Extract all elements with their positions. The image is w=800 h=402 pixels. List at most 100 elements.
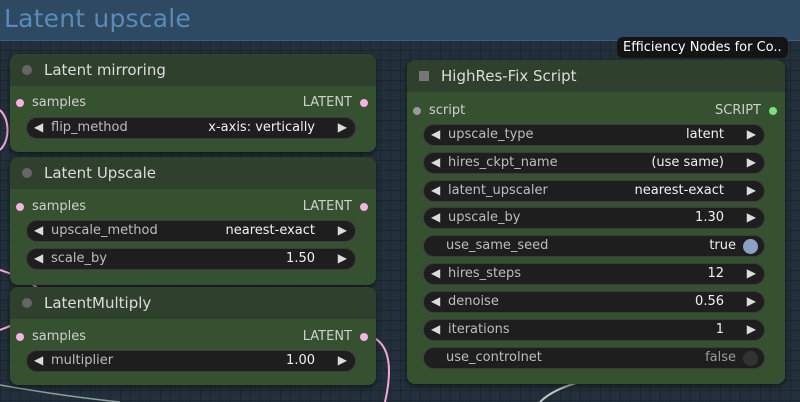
output-socket-icon[interactable]	[360, 99, 368, 107]
node-title: LatentMultiply	[44, 294, 152, 312]
arrow-right-icon[interactable]: ▶	[747, 322, 756, 336]
widget-label: upscale_type	[448, 127, 534, 142]
arrow-left-icon[interactable]: ◀	[431, 266, 440, 280]
arrow-left-icon[interactable]: ◀	[431, 322, 440, 336]
scale-by-number[interactable]: ◀ scale_by 1.50 ▶	[26, 248, 356, 270]
arrow-right-icon[interactable]: ▶	[338, 120, 347, 134]
widget-label: denoise	[448, 294, 499, 309]
hires-steps-number[interactable]: ◀ hires_steps 12 ▶	[423, 263, 765, 285]
widget-value: 1.50	[286, 251, 315, 266]
upscale-type-combo[interactable]: ◀ upscale_type latent ▶	[423, 124, 765, 146]
widget-label: use_same_seed	[446, 238, 549, 253]
widget-value: nearest-exact	[225, 223, 316, 238]
widget-value: 1	[715, 322, 724, 337]
output-label: SCRIPT	[715, 103, 761, 118]
widget-label: hires_steps	[448, 266, 522, 281]
input-socket-icon[interactable]	[16, 99, 24, 107]
node-header[interactable]: LatentMultiply	[10, 287, 376, 319]
arrow-right-icon[interactable]: ▶	[747, 266, 756, 280]
node-header[interactable]: Latent mirroring	[10, 54, 376, 86]
node-latent-upscale[interactable]: Latent Upscale samples LATENT ◀ upscale_…	[10, 157, 376, 285]
widget-label: upscale_method	[51, 223, 158, 238]
widget-value: latent	[685, 127, 724, 142]
widget-label: use_controlnet	[446, 350, 542, 365]
widget-label: upscale_by	[448, 210, 521, 225]
widget-value: 0.56	[695, 294, 724, 309]
widget-value: 1.30	[695, 210, 724, 225]
arrow-left-icon[interactable]: ◀	[431, 155, 440, 169]
arrow-left-icon[interactable]: ◀	[431, 127, 440, 141]
denoise-number[interactable]: ◀ denoise 0.56 ▶	[423, 291, 765, 313]
arrow-left-icon[interactable]: ◀	[431, 294, 440, 308]
arrow-right-icon[interactable]: ▶	[747, 210, 756, 224]
arrow-right-icon[interactable]: ▶	[747, 183, 756, 197]
arrow-right-icon[interactable]: ▶	[747, 155, 756, 169]
node-latent-mirroring[interactable]: Latent mirroring samples LATENT ◀ flip_m…	[10, 54, 376, 152]
node-source-tooltip: Efficiency Nodes for Co..	[617, 37, 788, 58]
widget-value: (use same)	[651, 155, 724, 170]
node-title: Latent Upscale	[44, 164, 156, 182]
input-label: samples	[32, 95, 87, 110]
arrow-left-icon[interactable]: ◀	[431, 210, 440, 224]
input-socket-icon[interactable]	[16, 203, 24, 211]
input-socket-icon[interactable]	[413, 107, 421, 115]
arrow-left-icon[interactable]: ◀	[34, 223, 43, 237]
output-socket-icon[interactable]	[360, 333, 368, 341]
flip-method-combo[interactable]: ◀ flip_method x-axis: vertically ▶	[26, 117, 356, 139]
output-label: LATENT	[302, 95, 352, 110]
node-latent-multiply[interactable]: LatentMultiply samples LATENT ◀ multipli…	[10, 287, 376, 385]
toggle-off-icon[interactable]	[743, 351, 758, 366]
widget-label: iterations	[448, 322, 510, 337]
node-highres-fix-script[interactable]: HighRes-Fix Script script SCRIPT ◀ upsca…	[407, 60, 785, 384]
arrow-left-icon[interactable]: ◀	[34, 251, 43, 265]
widget-value: false	[705, 350, 736, 365]
arrow-right-icon[interactable]: ▶	[338, 223, 347, 237]
upscale-by-number[interactable]: ◀ upscale_by 1.30 ▶	[423, 207, 765, 229]
collapse-dot-icon[interactable]	[22, 65, 32, 75]
output-socket-icon[interactable]	[360, 203, 368, 211]
input-label: script	[429, 103, 466, 118]
widget-label: flip_method	[51, 120, 128, 135]
arrow-right-icon[interactable]: ▶	[747, 294, 756, 308]
output-socket-icon[interactable]	[769, 107, 777, 115]
widget-value: nearest-exact	[634, 183, 725, 198]
wire-grey-left	[0, 384, 121, 402]
output-label: LATENT	[302, 199, 352, 214]
widget-label: hires_ckpt_name	[448, 155, 558, 170]
iterations-number[interactable]: ◀ iterations 1 ▶	[423, 319, 765, 341]
arrow-left-icon[interactable]: ◀	[34, 353, 43, 367]
node-header[interactable]: Latent Upscale	[10, 157, 376, 189]
input-label: samples	[32, 329, 87, 344]
collapse-dot-icon[interactable]	[22, 168, 32, 178]
arrow-right-icon[interactable]: ▶	[338, 353, 347, 367]
arrow-left-icon[interactable]: ◀	[34, 120, 43, 134]
node-title: HighRes-Fix Script	[441, 67, 577, 85]
output-label: LATENT	[302, 329, 352, 344]
node-header[interactable]: HighRes-Fix Script	[407, 60, 785, 92]
toggle-on-icon[interactable]	[743, 239, 758, 254]
arrow-left-icon[interactable]: ◀	[431, 183, 440, 197]
io-row: script SCRIPT	[407, 102, 785, 120]
hires-ckpt-name-combo[interactable]: ◀ hires_ckpt_name (use same) ▶	[423, 152, 765, 174]
use-controlnet-toggle[interactable]: use_controlnet false	[423, 347, 765, 369]
widget-value: x-axis: vertically	[208, 120, 315, 135]
io-row: samples LATENT	[10, 198, 376, 216]
arrow-right-icon[interactable]: ▶	[747, 127, 756, 141]
collapse-square-icon[interactable]	[419, 71, 429, 81]
io-row: samples LATENT	[10, 94, 376, 112]
latent-upscaler-combo[interactable]: ◀ latent_upscaler nearest-exact ▶	[423, 180, 765, 202]
upscale-method-combo[interactable]: ◀ upscale_method nearest-exact ▶	[26, 220, 356, 242]
input-label: samples	[32, 199, 87, 214]
widget-label: latent_upscaler	[448, 183, 548, 198]
widget-label: scale_by	[51, 251, 107, 266]
input-socket-icon[interactable]	[16, 333, 24, 341]
io-row: samples LATENT	[10, 328, 376, 346]
multiplier-number[interactable]: ◀ multiplier 1.00 ▶	[26, 350, 356, 372]
arrow-right-icon[interactable]: ▶	[338, 251, 347, 265]
collapse-dot-icon[interactable]	[22, 298, 32, 308]
use-same-seed-toggle[interactable]: use_same_seed true	[423, 235, 765, 257]
graph-canvas[interactable]: Latent upscale Latent mirroring samples …	[0, 0, 800, 402]
widget-label: multiplier	[51, 353, 114, 368]
widget-value: 12	[707, 266, 724, 281]
widget-value: true	[709, 238, 736, 253]
